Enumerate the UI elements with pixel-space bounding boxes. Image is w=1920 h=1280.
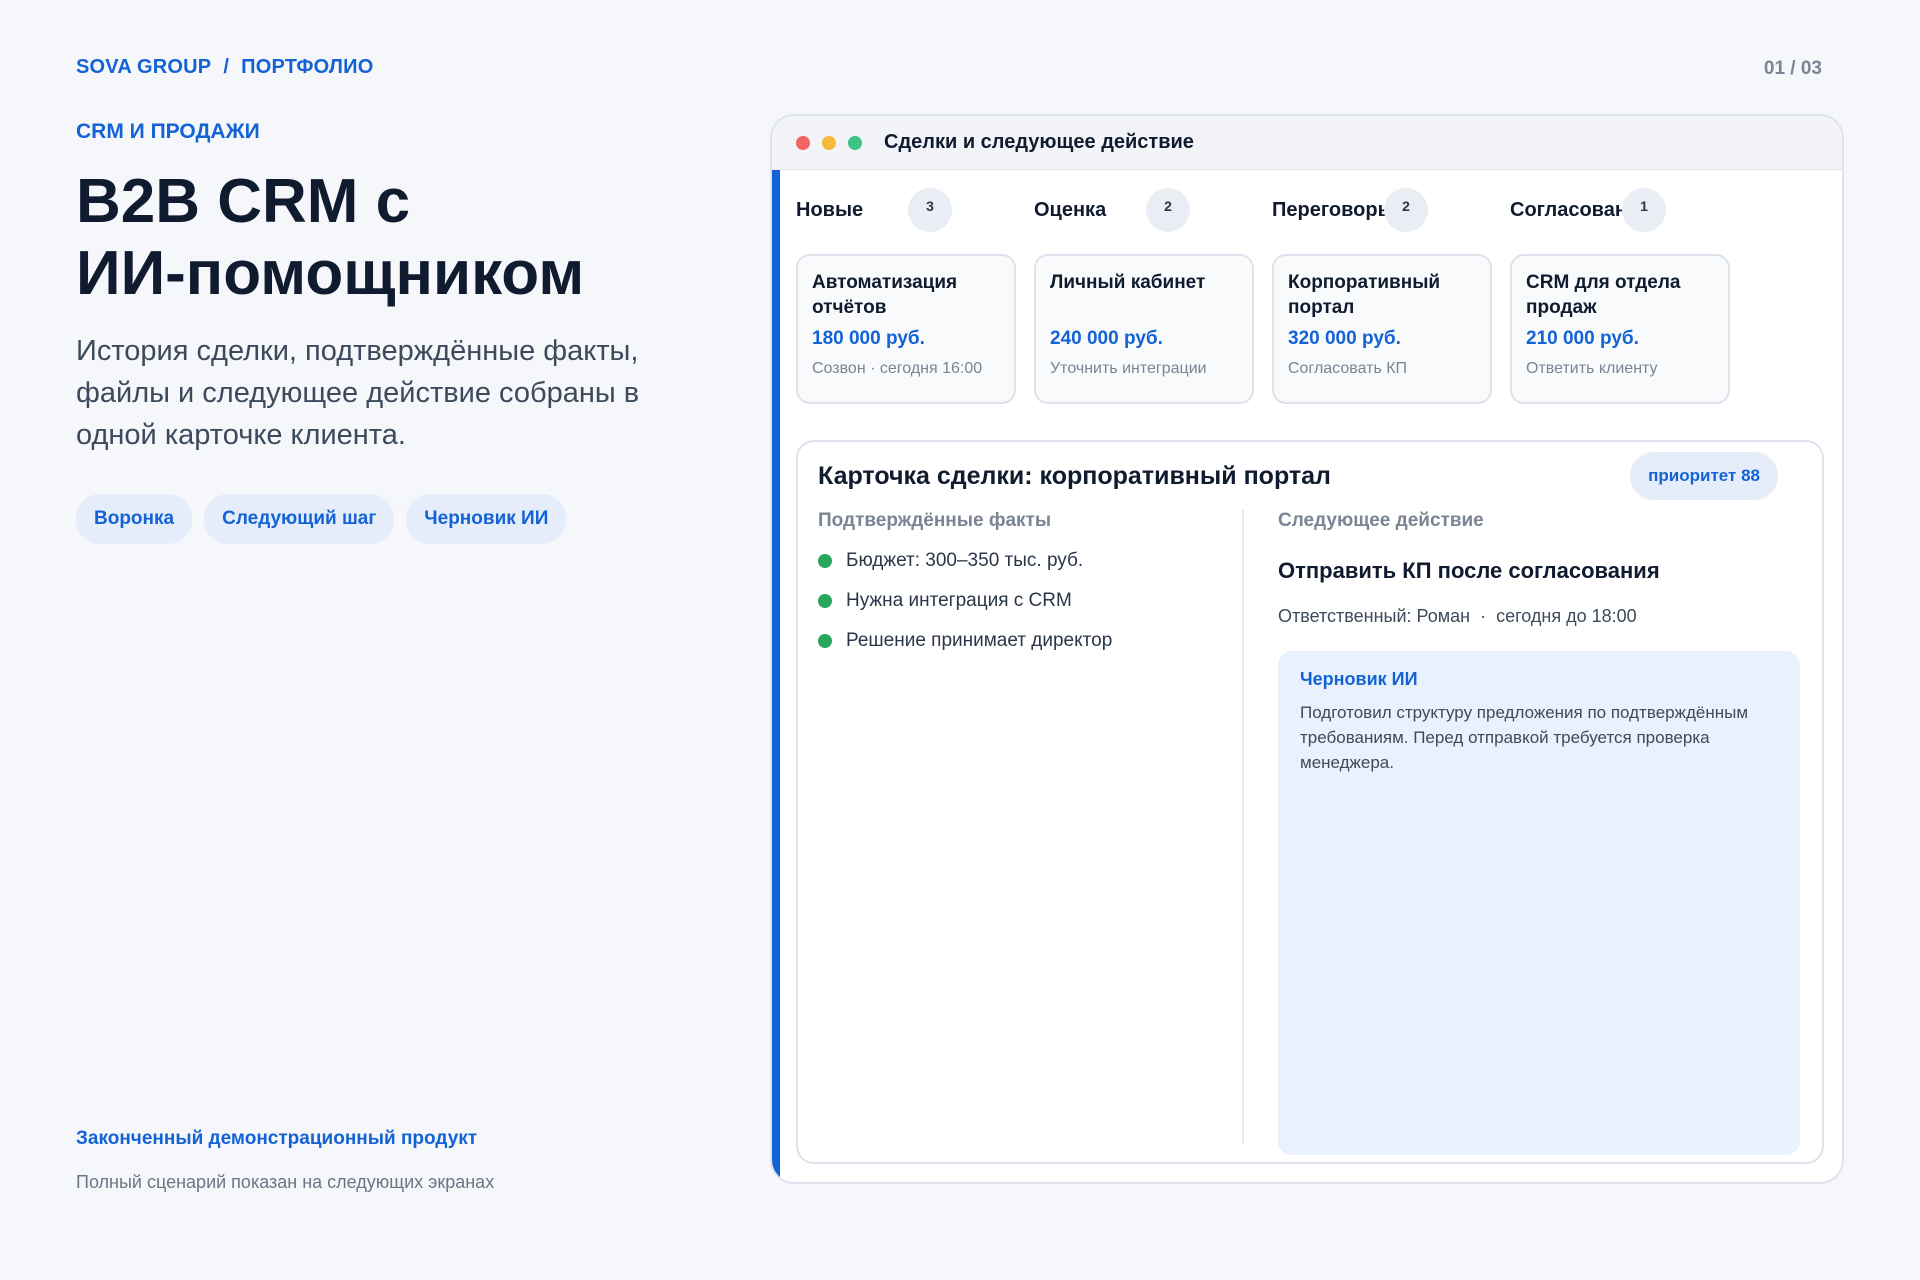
deal-card[interactable]: Автоматизация отчётов 180 000 руб. Созво… [796, 254, 1016, 404]
ai-draft-box[interactable]: Черновик ИИ Подготовил структуру предлож… [1278, 651, 1800, 1155]
fact-item: Бюджет: 300–350 тыс. руб. [818, 550, 1238, 572]
column-count-badge: 2 [1384, 188, 1428, 232]
maximize-window-icon[interactable] [848, 135, 862, 150]
meta-separator: · [1480, 606, 1487, 626]
chip-funnel[interactable]: Воронка [76, 494, 193, 544]
deal-card[interactable]: Личный кабинет 240 000 руб. Уточнить инт… [1034, 254, 1254, 404]
column-divider [1242, 510, 1244, 1144]
confirmed-facts: Подтверждённые факты Бюджет: 300–350 тыс… [818, 510, 1238, 652]
window-title: Сделки и следующее действие [884, 131, 1194, 153]
deal-name: Личный кабинет [1050, 272, 1206, 293]
deal-detail-title: Карточка сделки: корпоративный портал [818, 462, 1331, 490]
deal-name: Автоматизация отчётов [812, 272, 958, 318]
next-action: Следующее действие Отправить КП после со… [1278, 510, 1800, 1155]
deal-note: Созвон · сегодня 16:00 [812, 360, 983, 377]
deal-detail-panel: Карточка сделки: корпоративный портал пр… [796, 440, 1824, 1164]
deal-amount: 210 000 руб. [1526, 328, 1639, 349]
deal-name: Корпоративный портал [1288, 272, 1441, 318]
page-counter: 01 / 03 [1763, 58, 1822, 79]
breadcrumb-section-link[interactable]: ПОРТФОЛИО [241, 56, 373, 79]
breadcrumb: SOVA GROUP / ПОРТФОЛИО [76, 56, 373, 79]
column-count-badge: 3 [908, 188, 952, 232]
column-negotiation[interactable]: Переговоры 2 [1272, 184, 1510, 236]
fact-item: Решение принимает директор [818, 630, 1238, 652]
deal-note: Согласовать КП [1288, 360, 1408, 377]
breadcrumb-brand-link[interactable]: SOVA GROUP [76, 56, 211, 79]
column-new[interactable]: Новые 3 [796, 184, 1034, 236]
column-count-badge: 2 [1146, 188, 1190, 232]
facts-label: Подтверждённые факты [818, 510, 1052, 531]
priority-badge: приоритет 88 [1630, 452, 1778, 500]
feature-chips: Воронка Следующий шаг Черновик ИИ [76, 494, 567, 544]
close-window-icon[interactable] [796, 135, 810, 150]
column-approval[interactable]: Согласование 1 [1510, 184, 1748, 236]
action-label: Следующее действие [1278, 510, 1484, 531]
deal-amount: 320 000 руб. [1288, 328, 1401, 349]
deal-card[interactable]: Корпоративный портал 320 000 руб. Соглас… [1272, 254, 1492, 404]
action-title: Отправить КП после согласования [1278, 558, 1660, 583]
action-owner: Ответственный: Роман [1278, 606, 1471, 626]
breadcrumb-separator: / [223, 56, 230, 78]
minimize-window-icon[interactable] [822, 135, 836, 150]
fact-text: Нужна интеграция с CRM [846, 590, 1072, 611]
pipeline-columns: Новые 3 Оценка 2 Переговоры 2 Согласован… [796, 184, 1822, 236]
deal-amount: 240 000 руб. [1050, 328, 1163, 349]
footer-subtitle: Полный сценарий показан на следующих экр… [76, 1172, 495, 1192]
ai-draft-title: Черновик ИИ [1300, 669, 1418, 689]
fact-text: Решение принимает директор [846, 630, 1113, 651]
check-dot-icon [818, 634, 832, 648]
accent-bar [772, 170, 780, 1182]
hero-subtitle: История сделки, подтверждённые факты, фа… [76, 335, 640, 451]
deal-name: CRM для отдела продаж [1526, 272, 1681, 318]
window-titlebar: Сделки и следующее действие [772, 116, 1842, 170]
action-due: сегодня до 18:00 [1496, 606, 1637, 626]
deal-note: Ответить клиенту [1526, 360, 1658, 377]
title-line-2: ИИ-помощником [76, 239, 585, 308]
chip-ai-draft[interactable]: Черновик ИИ [406, 494, 567, 544]
check-dot-icon [818, 594, 832, 608]
ai-draft-text: Подготовил структуру предложения по подт… [1300, 703, 1749, 772]
fact-item: Нужна интеграция с CRM [818, 590, 1238, 612]
deal-amount: 180 000 руб. [812, 328, 925, 349]
column-estimate[interactable]: Оценка 2 [1034, 184, 1272, 236]
pipeline-board: Новые 3 Оценка 2 Переговоры 2 Согласован… [796, 184, 1822, 404]
column-count-badge: 1 [1622, 188, 1666, 232]
footer-title: Законченный демонстрационный продукт [76, 1128, 478, 1149]
fact-text: Бюджет: 300–350 тыс. руб. [846, 550, 1084, 571]
eyebrow-label: CRM И ПРОДАЖИ [76, 120, 260, 143]
deal-cards: Автоматизация отчётов 180 000 руб. Созво… [796, 254, 1822, 404]
deal-card[interactable]: CRM для отдела продаж 210 000 руб. Ответ… [1510, 254, 1730, 404]
title-line-1: B2B CRM с [76, 167, 411, 236]
action-meta: Ответственный: Роман · сегодня до 18:00 [1278, 606, 1800, 627]
deal-note: Уточнить интеграции [1050, 360, 1207, 377]
check-dot-icon [818, 554, 832, 568]
page-title: B2B CRM с ИИ-помощником [76, 166, 716, 310]
app-window: Сделки и следующее действие Новые 3 Оцен… [770, 114, 1844, 1184]
chip-next-step[interactable]: Следующий шаг [204, 494, 395, 544]
